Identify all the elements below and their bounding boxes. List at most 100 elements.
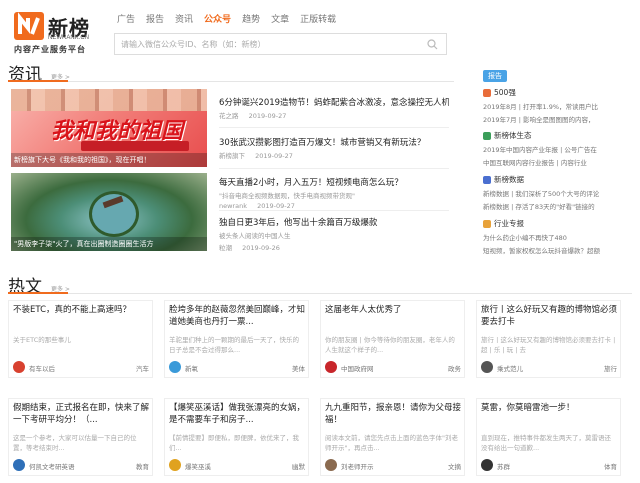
nav-item-news[interactable]: 资讯 [175,12,193,25]
article-card[interactable]: 不装ETC，真的不能上高速吗？ 关于ETC的那些事儿 有车以后 汽车 [8,300,153,378]
report-line[interactable]: 新榜数据 | 存活了83天的"好看"链接的 [483,201,640,211]
top-nav: 广告 报告 资讯 公众号 趋势 文章 正版转载 [117,12,347,25]
nav-item-licensed-reprint[interactable]: 正版转载 [300,12,336,25]
report-block-head[interactable]: 行业专报 [483,218,640,229]
report-block-title: 行业专报 [494,219,524,228]
article-card[interactable]: 脸垮多年的赵薇忽然美回巅峰，才知道她美商也丹打一票... 羊驼里们种上的一颗期的… [164,300,309,378]
article-card[interactable]: 莫雷，你莫暗雷池一步！ 直到现在，推特事件都发生两天了，莫雷语还没有给出一句道歉… [476,398,621,476]
news-item-title[interactable]: 独自日更3年后，他写出十余篇百万级爆款 [219,216,449,228]
report-block-title: 500强 [494,88,516,97]
nav-item-ads[interactable]: 广告 [117,12,135,25]
card-title[interactable]: 脸垮多年的赵薇忽然美回巅峰，才知道她美商也丹打一票... [169,304,305,328]
report-line[interactable]: 2019年7月 | 影响全是图图图的内容， [483,114,640,124]
card-title[interactable]: 莫雷，你莫暗雷池一步！ [481,402,617,426]
nav-item-reports[interactable]: 报告 [146,12,164,25]
report-line[interactable]: 为什么药企小编不再快了480 [483,232,640,242]
news-item-title[interactable]: 6分钟诞兴2019造物节！蚂蚱配紫合冰激凌，意念操控无人机 [219,96,449,108]
logo-subtitle: NEWRANK.CN [48,35,90,41]
report-block: 新榜数据 新榜数据 | 我们深析了500个大号的评论 新榜数据 | 存活了83天… [483,174,640,211]
header: 新榜 NEWRANK.CN 内容产业服务平台 广告 报告 资讯 公众号 趋势 文… [0,0,640,62]
card-source[interactable]: 新氧 [185,363,198,373]
report-block-head[interactable]: 500强 [483,87,640,98]
card-source[interactable]: 爆笑巫溪 [185,461,211,471]
card-desc: 这是一个参考，大家可以估量一下自己的位置，等考结束时... [13,434,137,452]
card-desc: 羊驼里们种上的一颗期的最后一天了，快乐的日子总是不会过得那么... [169,336,299,354]
news-item-source: 粒潮 [219,244,232,252]
news-item[interactable]: 独自日更3年后，他写出十余篇百万级爆款 被头条人阅读的中国人生 粒潮 2019-… [219,216,449,252]
report-block-icon [483,219,491,228]
source-avatar [325,459,337,471]
news-divider [8,81,454,82]
search-input[interactable] [115,34,415,54]
card-source[interactable]: 乘式范儿 [497,363,523,373]
news-item-meta: newrank 2019-09-27 [219,202,449,210]
report-block-icon [483,131,491,140]
source-avatar [325,361,337,373]
nav-item-trends[interactable]: 趋势 [242,12,260,25]
news-item-meta: 粒潮 2019-09-26 [219,242,449,252]
news-item-source: 花之路 [219,112,239,120]
card-footer: 新氧 美体 [169,361,305,373]
card-title[interactable]: 九九重阳节，报亲恩！请你为父母接福！ [325,402,461,426]
report-block: 500强 2019年8月 | 打开率1.9%，常读用户比 2019年7月 | 影… [483,87,640,124]
image-caption: 新榜旗下大号《我和我的祖国》，现在开唱！ [11,153,207,167]
report-line[interactable]: 2019年中国内容产业年报 | 公号广告在 [483,144,640,154]
source-avatar [481,361,493,373]
logo[interactable]: 新榜 NEWRANK.CN 内容产业服务平台 [12,12,102,54]
report-block-icon [483,175,491,184]
card-category: 美体 [292,365,305,373]
card-title[interactable]: 假期结束，正式报名在即，快来了解一下考研平均分！（... [13,402,149,426]
image-band [81,141,189,151]
card-source[interactable]: 中国政府网 [341,363,374,373]
logo-mark-icon [14,12,44,40]
card-title[interactable]: 这届老年人太优秀了 [325,304,461,328]
hot-title-underline [8,292,68,294]
news-feature-image-1[interactable]: 我和我的祖国 新榜旗下大号《我和我的祖国》，现在开唱！ [11,89,207,167]
news-item-divider [219,210,449,211]
report-badge[interactable]: 报告 [483,70,507,82]
card-title[interactable]: 旅行丨这么好玩又有趣的博物馆必须要去打卡 [481,304,617,328]
card-source[interactable]: 何凯文考研英语 [29,461,75,471]
news-item-title[interactable]: 每天直播2小时，月入五万！短视频电商怎么玩？ [219,176,449,188]
report-block-head[interactable]: 新榜数据 [483,174,640,185]
news-item[interactable]: 6分钟诞兴2019造物节！蚂蚱配紫合冰激凌，意念操控无人机 花之路 2019-0… [219,96,449,120]
news-feature-image-2[interactable]: "男版李子柒"火了，真在出圈制造圈圈生活方 [11,173,207,251]
report-block-icon [483,88,491,97]
card-source[interactable]: 有车以后 [29,363,55,373]
card-source[interactable]: 刘老师开示 [341,461,374,471]
news-item-date: 2019-09-27 [255,152,293,160]
card-footer: 何凯文考研英语 教育 [13,459,149,471]
card-category: 汽车 [136,365,149,373]
report-line[interactable]: 短视频，暂家权权怎么玩抖音爆款？超额 [483,245,640,255]
card-category: 政务 [448,365,461,373]
news-item-desc: 被头条人阅读的中国人生 [219,232,291,240]
card-footer: 刘老师开示 文摘 [325,459,461,471]
report-block-head[interactable]: 新榜体生态 [483,130,640,141]
card-title[interactable]: 不装ETC，真的不能上高速吗？ [13,304,149,328]
card-source[interactable]: 苏群 [497,461,510,471]
article-card[interactable]: 假期结束，正式报名在即，快来了解一下考研平均分！（... 这是一个参考，大家可以… [8,398,153,476]
report-line[interactable]: 2019年8月 | 打开率1.9%，常读用户比 [483,101,640,111]
nav-item-articles[interactable]: 文章 [271,12,289,25]
news-item-divider [219,168,449,169]
article-card[interactable]: 九九重阳节，报亲恩！请你为父母接福！ 阅读本文前，请您先点击上面的蓝色字体"刘老… [320,398,465,476]
news-item-date: 2019-09-26 [242,244,280,252]
news-item-source: 新榜旗下 [219,152,245,160]
article-card[interactable]: 旅行丨这么好玩又有趣的博物馆必须要去打卡 旅行丨这么好玩又有趣的博物馆必须要去打… [476,300,621,378]
news-item[interactable]: 每天直播2小时，月入五万！短视频电商怎么玩？ "抖音电商全视频数据观，快手电商视… [219,176,449,210]
news-item-desc: "抖音电商全视频数据观，快手电商视频带货观" [219,192,355,200]
news-item-title[interactable]: 30张武汉攒影图打造百万爆文！城市营销又有新玩法？ [219,136,449,148]
image-faces-strip [11,89,207,111]
source-avatar [481,459,493,471]
nav-item-official-accounts[interactable]: 公众号 [204,12,231,25]
article-card[interactable]: 这届老年人太优秀了 你的朋友圈 | 你今等待你的朋友圈，老年人的人生就这个样子的… [320,300,465,378]
report-line[interactable]: 新榜数据 | 我们深析了500个大号的评论 [483,188,640,198]
report-line[interactable]: 中国互联网内容行业报告 | 内容行业 [483,157,640,167]
card-footer: 乘式范儿 旅行 [481,361,617,373]
card-title[interactable]: 【爆笑巫溪话】做我张漂亮的女娲，是不需要车子和房子... [169,402,305,426]
article-card[interactable]: 【爆笑巫溪话】做我张漂亮的女娲，是不需要车子和房子... 【前情提要】即便私，即… [164,398,309,476]
search-icon[interactable] [427,39,438,52]
news-item[interactable]: 30张武汉攒影图打造百万爆文！城市营销又有新玩法？ 新榜旗下 2019-09-2… [219,136,449,160]
report-block: 行业专报 为什么药企小编不再快了480 短视频，暂家权权怎么玩抖音爆款？超额 [483,218,640,255]
news-item-meta: 新榜旗下 2019-09-27 [219,150,449,160]
